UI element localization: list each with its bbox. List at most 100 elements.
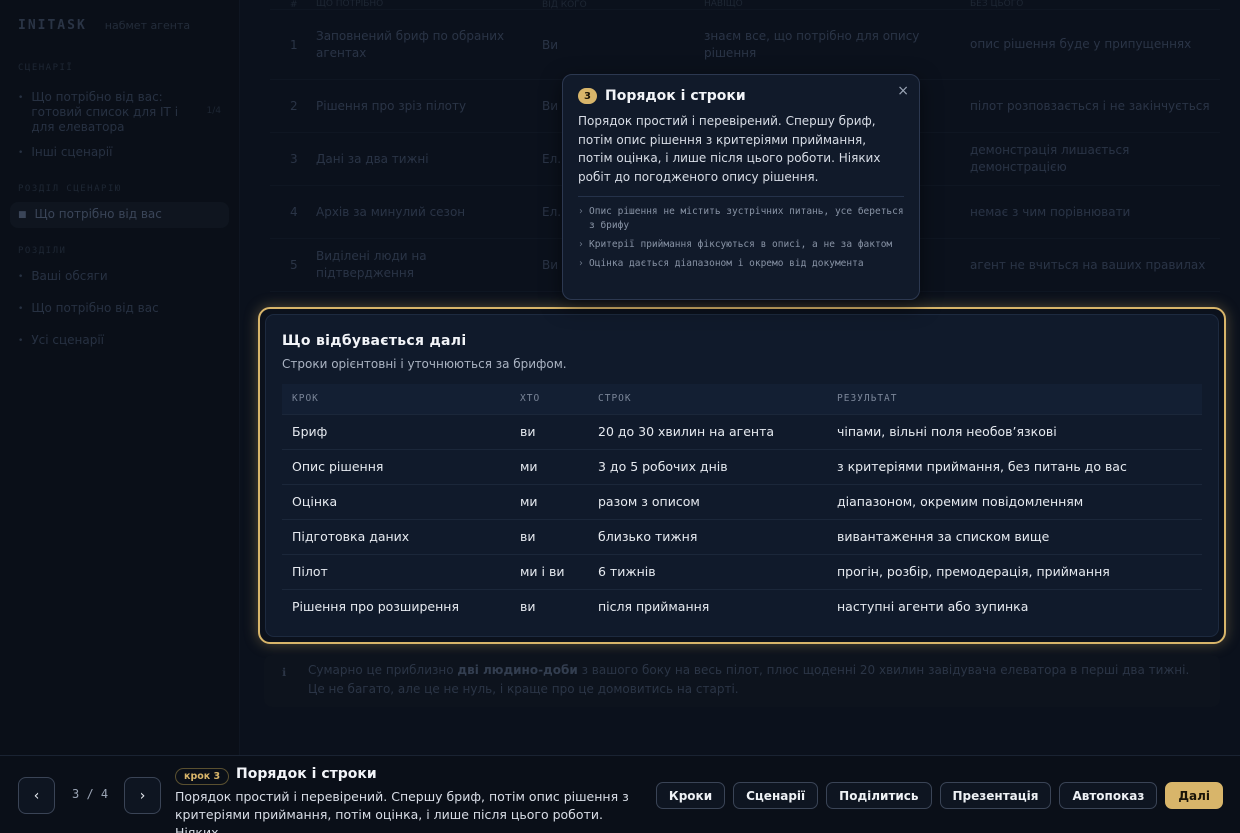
sidebar-item-volumes[interactable]: • Ваші обсяги [10,264,229,290]
next-steps-card-body: Що відбувається далі Строки орієнтовні і… [265,314,1219,637]
popover-header: 3 Порядок і строки [578,88,904,104]
steps-button[interactable]: Кроки [655,782,726,809]
table-header: КРОК ХТО СТРОК РЕЗУЛЬТАТ [282,384,1202,414]
cell-result: чіпами, вільні поля необов’язкові [827,413,1202,449]
column-header-term: СТРОК [588,384,827,414]
cell-step: Рішення про розширення [282,588,510,624]
table-header-cell: ВІД КОГО [542,0,587,10]
step-counter: 3 / 4 [72,787,109,801]
column-header-step: КРОК [282,384,510,414]
column-header-result: РЕЗУЛЬТАТ [827,384,1202,414]
sidebar-item-needs[interactable]: • Що потрібно від вас [10,296,229,322]
sidebar-item-other-scenarios[interactable]: • Інші сценарії [10,140,229,166]
table-row: Бриф ви 20 до 30 хвилин на агента чіпами… [282,413,1202,449]
row-who: Ви [542,37,559,52]
bullet-icon: • [18,272,24,282]
popover-bullet: Оцінка дається діапазоном і окремо від д… [578,257,904,271]
table-header-cell: БЕЗ ЦЬОГО [970,0,1024,9]
action-buttons: Кроки Сценарії Поділитись Презентація Ав… [655,782,1223,809]
tour-bottom-bar: ‹ 3 / 4 › крок 3 Порядок і строки Порядо… [0,755,1240,833]
popover-bullet: Опис рішення не містить зустрічних питан… [578,205,904,233]
sidebar-item-label: Інші сценарії [31,145,113,159]
note-text-before: Сумарно це приблизно [308,663,454,677]
row-number: 2 [290,99,298,113]
autoplay-button[interactable]: Автопоказ [1059,782,1158,809]
cell-step: Пілот [282,553,510,589]
bullet-icon: • [18,304,24,314]
table-header-cell: ЩО ПОТРІБНО [316,0,384,9]
cell-term: близько тижня [588,518,827,554]
brand: INITASK набмет агента [10,18,229,33]
sidebar-item-all-scenarios[interactable]: • Усі сценарії [10,328,229,354]
sidebar-item-label: Ваші обсяги [31,269,108,283]
cell-who: ми [510,448,588,484]
share-button[interactable]: Поділитись [826,782,932,809]
bullet-icon: • [18,148,24,158]
cell-result: наступні агенти або зупинка [827,588,1202,624]
row-without: немає з чим порівнювати [970,204,1131,219]
card-title: Що відбувається далі [282,333,467,349]
brand-logo[interactable]: INITASK [18,18,87,33]
row-without: пілот розповзається і не закінчується [970,98,1210,113]
sidebar-item-label: Що потрібно від вас [34,207,162,221]
summary-note: ℹ Сумарно це приблизно дві людино-доби з… [264,655,1220,707]
sidebar-section-title: РОЗДІЛИ [18,246,67,256]
tour-popover: 3 Порядок і строки × Порядок простий і п… [562,74,920,300]
sidebar: INITASK набмет агента СЦЕНАРІЇ • Що потр… [0,0,240,755]
sidebar-item-active[interactable]: ■ Що потрібно від вас [10,202,229,228]
step-title: Порядок і строки [236,766,377,782]
table-header-cell: # [290,0,298,10]
cell-who: ми і ви [510,553,588,589]
row-what: Заповнений бриф по обраних агентах [316,28,505,60]
table-row: Пілот ми і ви 6 тижнів прогін, розбір, п… [282,553,1202,589]
cell-who: ми [510,483,588,519]
row-number: 1 [290,37,298,52]
cell-term: 3 до 5 робочих днів [588,448,827,484]
sidebar-section-title: СЦЕНАРІЇ [18,63,74,73]
bullet-icon: • [18,336,24,346]
table-row: Рішення про розширення ви після прийманн… [282,588,1202,624]
cell-step: Оцінка [282,483,510,519]
row-what: Дані за два тижні [316,151,429,166]
next-arrow-button[interactable]: › [124,777,161,814]
prev-button[interactable]: ‹ [18,777,55,814]
bullet-icon: • [18,93,24,103]
next-steps-card: Що відбувається далі Строки орієнтовні і… [258,307,1226,644]
next-button[interactable]: Далі [1165,782,1223,809]
cell-result: з критеріями приймання, без питань до ва… [827,448,1202,484]
popover-body: Порядок простий і перевірений. Спершу бр… [578,114,881,184]
row-without: демонстрація лишається демонстрацією [970,143,1130,174]
cell-term: після приймання [588,588,827,624]
note-text-bold: дві людино-доби [457,663,578,677]
sidebar-item-label: Усі сценарії [31,333,105,347]
row-number: 3 [290,152,298,166]
cell-who: ви [510,413,588,449]
cell-term: 6 тижнів [588,553,827,589]
info-icon: ℹ [282,666,287,679]
table-row: 1 Заповнений бриф по обраних агентах Ви … [270,10,1220,80]
presentation-button[interactable]: Презентація [939,782,1052,809]
cell-term: 20 до 30 хвилин на агента [588,413,827,449]
close-icon[interactable]: × [897,83,909,99]
table-header-cell: НАВІЩО [704,0,743,9]
card-subtitle: Строки орієнтовні і уточнюються за брифо… [282,357,567,371]
row-without: опис рішення буде у припущеннях [970,37,1192,51]
step-pill: крок 3 [175,768,230,785]
popover-title: Порядок і строки [605,88,746,104]
sidebar-item-label: Що потрібно від вас: готовий список для … [31,90,179,134]
cell-result: прогін, розбір, премодерація, приймання [827,553,1202,589]
cell-who: ви [510,518,588,554]
row-why: знаєм все, що потрібно для опису рішення [704,28,920,60]
sidebar-item-scenario[interactable]: • Що потрібно від вас: готовий список дл… [10,85,229,140]
row-number: 4 [290,205,298,219]
popover-bullets: Опис рішення не містить зустрічних питан… [578,205,904,271]
cell-result: вивантаження за списком вище [827,518,1202,554]
brand-subtitle: набмет агента [104,19,191,32]
cell-step: Бриф [282,413,510,449]
cell-step: Опис рішення [282,448,510,484]
scenarios-button[interactable]: Сценарії [733,782,819,809]
sidebar-item-count: 1/4 [206,106,221,116]
cell-result: діапазоном, окремим повідомленням [827,483,1202,519]
cell-step: Підготовка даних [282,518,510,554]
table-header: # ЩО ПОТРІБНО ВІД КОГО НАВІЩО БЕЗ ЦЬОГО [270,0,1220,10]
